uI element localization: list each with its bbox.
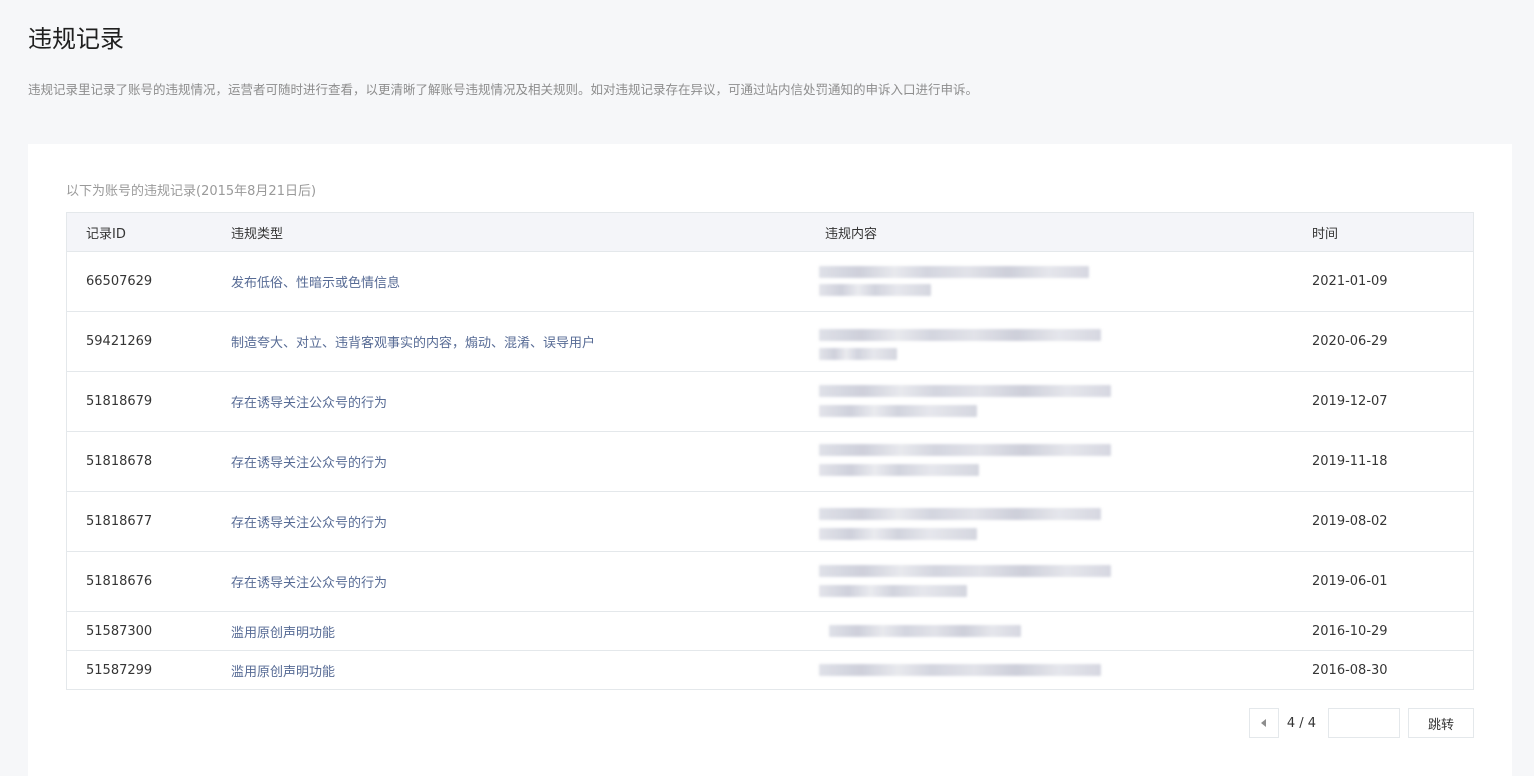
record-id: 59421269 — [86, 334, 153, 349]
blurred-content — [819, 658, 1119, 682]
violation-type-link[interactable]: 存在诱导关注公众号的行为 — [231, 516, 387, 531]
page-title: 违规记录 — [28, 25, 124, 53]
table-row: 51818679 存在诱导关注公众号的行为 2019-12-07 — [67, 371, 1473, 432]
header-time: 时间 — [1312, 213, 1473, 252]
record-time: 2016-10-29 — [1312, 623, 1388, 639]
header-violation-content: 违规内容 — [825, 213, 1312, 252]
blurred-content — [819, 619, 1119, 643]
record-id: 51818676 — [86, 574, 153, 589]
record-time: 2019-11-18 — [1312, 454, 1388, 469]
record-time: 2016-08-30 — [1312, 662, 1388, 678]
record-time: 2019-08-02 — [1312, 514, 1388, 529]
table-row: 51818678 存在诱导关注公众号的行为 2019-11-18 — [67, 431, 1473, 492]
violation-type-link[interactable]: 存在诱导关注公众号的行为 — [231, 456, 387, 471]
record-id: 66507629 — [86, 274, 153, 289]
pagination: 4 / 4 跳转 — [1248, 708, 1474, 738]
record-time: 2020-06-29 — [1312, 334, 1388, 349]
table-row: 66507629 发布低俗、性暗示或色情信息 2021-01-09 — [67, 251, 1473, 312]
blurred-content — [819, 497, 1119, 547]
record-id: 51818678 — [86, 454, 153, 469]
caret-left-icon — [1261, 719, 1267, 727]
table-header-row: 记录ID 违规类型 违规内容 时间 — [67, 213, 1473, 252]
blurred-content — [819, 377, 1119, 427]
table-row: 51818676 存在诱导关注公众号的行为 2019-06-01 — [67, 551, 1473, 612]
violation-type-link[interactable]: 制造夸大、对立、违背客观事实的内容，煽动、混淆、误导用户 — [231, 336, 595, 351]
table-row: 51587299 滥用原创声明功能 2016-08-30 — [67, 651, 1473, 690]
header-record-id: 记录ID — [67, 213, 231, 252]
record-time: 2019-06-01 — [1312, 574, 1388, 589]
blurred-content — [819, 557, 1119, 607]
record-id: 51587299 — [86, 662, 153, 678]
violation-type-link[interactable]: 滥用原创声明功能 — [231, 626, 335, 641]
record-id: 51587300 — [86, 623, 153, 639]
blurred-content — [819, 317, 1119, 367]
violation-type-link[interactable]: 滥用原创声明功能 — [231, 665, 335, 680]
blurred-content — [819, 437, 1119, 487]
record-time: 2019-12-07 — [1312, 394, 1388, 409]
page-count: 4 / 4 — [1286, 715, 1316, 731]
violation-table: 记录ID 违规类型 违规内容 时间 66507629 发布低俗、性暗示或色情信息 — [66, 212, 1474, 690]
table-row: 59421269 制造夸大、对立、违背客观事实的内容，煽动、混淆、误导用户 20… — [67, 311, 1473, 372]
jump-button[interactable]: 跳转 — [1408, 708, 1474, 738]
table-row: 51818677 存在诱导关注公众号的行为 2019-08-02 — [67, 491, 1473, 552]
header-violation-type: 违规类型 — [231, 213, 825, 252]
record-time: 2021-01-09 — [1312, 274, 1388, 289]
page-description: 违规记录里记录了账号的违规情况，运营者可随时进行查看，以更清晰了解账号违规情况及… — [28, 82, 979, 97]
page-jump-input[interactable] — [1328, 708, 1400, 738]
record-id: 51818677 — [86, 514, 153, 529]
blurred-content — [819, 257, 1119, 307]
violation-type-link[interactable]: 存在诱导关注公众号的行为 — [231, 576, 387, 591]
violation-records-card: 以下为账号的违规记录(2015年8月21日后) 记录ID 违规类型 违规内容 时… — [28, 144, 1512, 776]
prev-page-button[interactable] — [1248, 708, 1279, 738]
violation-type-link[interactable]: 发布低俗、性暗示或色情信息 — [231, 276, 400, 291]
table-caption: 以下为账号的违规记录(2015年8月21日后) — [66, 184, 317, 199]
record-id: 51818679 — [86, 394, 153, 409]
violation-type-link[interactable]: 存在诱导关注公众号的行为 — [231, 396, 387, 411]
table-row: 51587300 滥用原创声明功能 2016-10-29 — [67, 611, 1473, 651]
